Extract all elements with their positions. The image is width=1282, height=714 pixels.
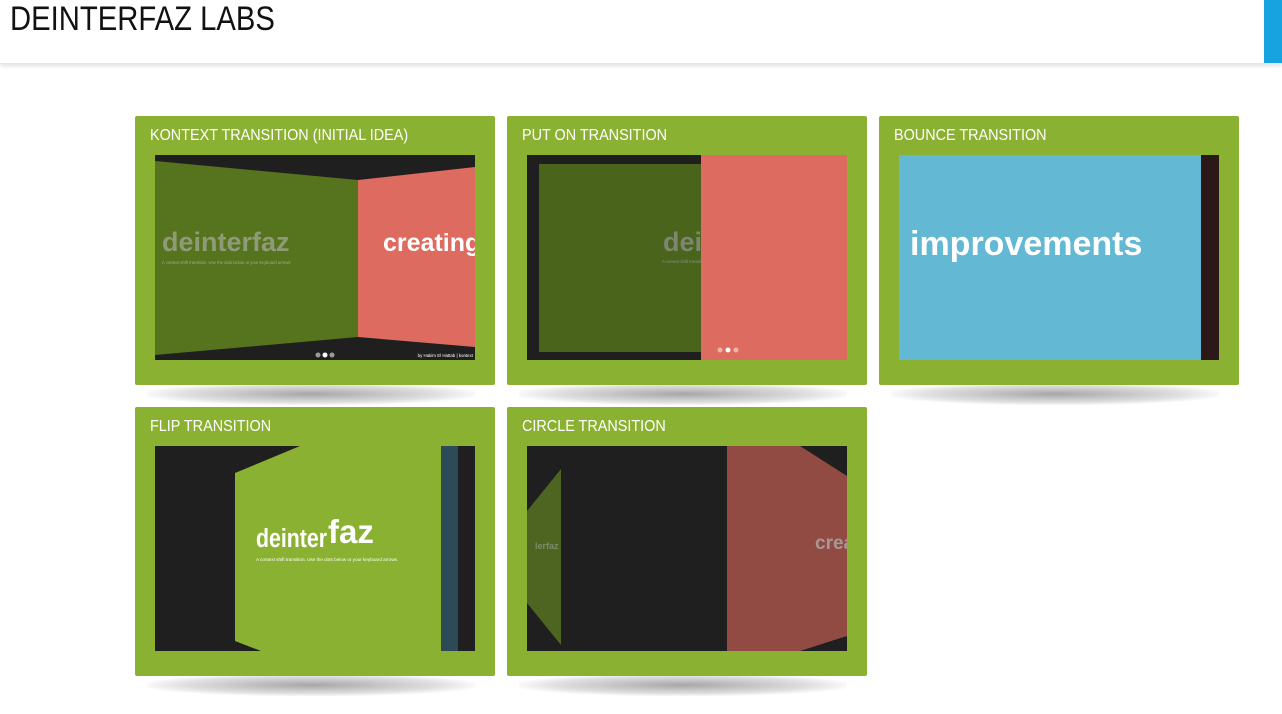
- left-panel: [155, 161, 358, 355]
- site-title[interactable]: DEINTERFAZ LABS: [10, 0, 275, 38]
- credit-text: by Hakim El Hattab | kontext: [418, 353, 474, 358]
- right-word: creating: [383, 229, 475, 257]
- card-kontext-transition[interactable]: KONTEXT TRANSITION (INITIAL IDEA) deinte…: [135, 116, 495, 405]
- card-title[interactable]: BOUNCE TRANSITION: [894, 127, 1047, 145]
- flip-word-b: faz: [328, 513, 374, 550]
- front-panel: [701, 155, 847, 360]
- nav-dot[interactable]: [329, 352, 335, 358]
- next-panel-edge: [441, 446, 458, 651]
- card-put-on-transition[interactable]: PUT ON TRANSITION dei A context shift tr…: [507, 116, 867, 405]
- left-tiny-word: lerfaz: [535, 541, 559, 551]
- back-word: dei: [663, 227, 702, 257]
- preview-kontext-transition[interactable]: deinterfaz A context shift transition. U…: [155, 155, 475, 360]
- card-title[interactable]: CIRCLE TRANSITION: [522, 418, 666, 436]
- nav-dot[interactable]: [717, 347, 723, 353]
- card-title[interactable]: PUT ON TRANSITION: [522, 127, 667, 145]
- left-subtitle: A context shift transition. Use the dots…: [162, 260, 290, 265]
- header-accent-bar: [1264, 0, 1282, 63]
- slide-word: improvements: [910, 225, 1142, 263]
- preview-scene: dei A context shift transition: [527, 155, 847, 360]
- preview-circle-transition[interactable]: lerfaz creati: [527, 446, 847, 651]
- right-word: creati: [815, 533, 847, 554]
- nav-dot-active[interactable]: [725, 347, 731, 353]
- card-circle-transition[interactable]: CIRCLE TRANSITION lerfaz creati: [507, 407, 867, 696]
- preview-bounce-transition[interactable]: improvements: [899, 155, 1219, 360]
- site-header: DEINTERFAZ LABS: [0, 0, 1282, 64]
- preview-put-on-transition[interactable]: dei A context shift transition: [527, 155, 847, 360]
- flip-subtitle: A context shift transition. Use the dots…: [256, 557, 398, 562]
- right-panel: [358, 167, 475, 347]
- preview-scene: deinterfaz A context shift transition. U…: [155, 155, 475, 360]
- nav-dot[interactable]: [315, 352, 321, 358]
- card-title[interactable]: FLIP TRANSITION: [150, 418, 271, 436]
- back-panel: [539, 164, 702, 352]
- nav-dot[interactable]: [733, 347, 739, 353]
- card-flip-transition[interactable]: FLIP TRANSITION deinter faz A context sh…: [135, 407, 495, 696]
- nav-dot-active[interactable]: [322, 352, 328, 358]
- left-word: deinterfaz: [162, 227, 290, 257]
- preview-scene: improvements: [899, 155, 1219, 360]
- card-title[interactable]: KONTEXT TRANSITION (INITIAL IDEA): [150, 127, 408, 145]
- preview-scene: lerfaz creati: [527, 446, 847, 651]
- back-subtitle: A context shift transition: [662, 259, 707, 264]
- card-bounce-transition[interactable]: BOUNCE TRANSITION improvements: [879, 116, 1239, 405]
- preview-flip-transition[interactable]: deinter faz A context shift transition. …: [155, 446, 475, 651]
- preview-scene: deinter faz A context shift transition. …: [155, 446, 475, 651]
- flip-word-a: deinter: [256, 524, 327, 554]
